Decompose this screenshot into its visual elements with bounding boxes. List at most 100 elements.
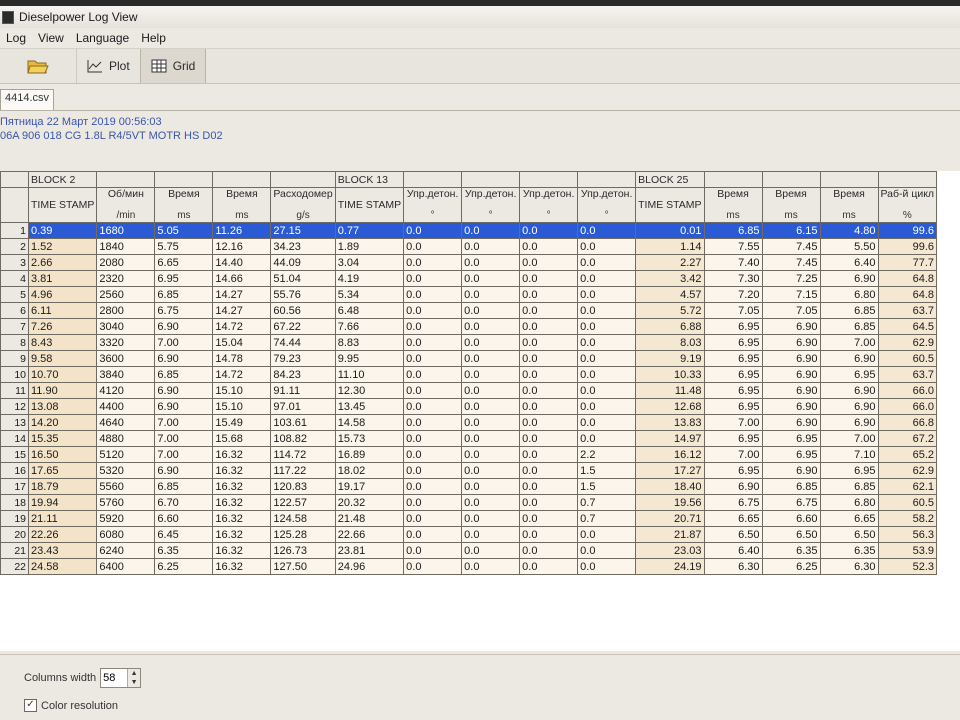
table-cell[interactable]: 6.95 (761, 430, 821, 447)
table-cell[interactable]: 0.0 (519, 414, 579, 431)
row-number[interactable]: 12 (0, 398, 29, 415)
table-cell[interactable]: 12.68 (635, 398, 705, 415)
table-cell[interactable]: 0.0 (461, 462, 521, 479)
table-cell[interactable]: 52.3 (877, 558, 938, 575)
table-cell[interactable]: 0.0 (461, 286, 521, 303)
table-cell[interactable]: 0.0 (403, 542, 463, 559)
table-cell[interactable]: 6.90 (761, 414, 821, 431)
row-number[interactable]: 3 (0, 254, 29, 271)
column-header[interactable]: Об/мин/min (96, 187, 156, 223)
table-cell[interactable]: 0.0 (519, 446, 579, 463)
table-cell[interactable]: 6.75 (703, 494, 763, 511)
table-row[interactable]: 13 14.20 4640 7.00 15.49 103.61 14.58 0.0 0.0 0.0… (0, 414, 938, 431)
table-cell[interactable]: 19.56 (635, 494, 705, 511)
table-cell[interactable]: 99.6 (877, 222, 938, 239)
table-cell[interactable]: 9.58 (27, 350, 98, 367)
table-row[interactable]: 18 19.94 5760 6.70 16.32 122.57 20.32 0.0 0.0 0.0… (0, 494, 938, 511)
table-cell[interactable]: 2080 (96, 254, 156, 271)
table-cell[interactable]: 0.0 (461, 558, 521, 575)
table-cell[interactable]: 6.65 (703, 510, 763, 527)
table-cell[interactable]: 0.0 (403, 494, 463, 511)
row-number[interactable]: 10 (0, 366, 29, 383)
menu-help[interactable]: Help (135, 31, 172, 45)
table-cell[interactable]: 0.0 (403, 286, 463, 303)
table-cell[interactable]: 7.45 (761, 254, 821, 271)
table-cell[interactable]: 3040 (96, 318, 156, 335)
menu-log[interactable]: Log (0, 31, 32, 45)
table-cell[interactable]: 12.30 (334, 382, 405, 399)
table-row[interactable]: 2 1.52 1840 5.75 12.16 34.23 1.89 0.0 0.0 0.0 0.0 1… (0, 238, 938, 255)
table-cell[interactable]: 6.48 (334, 302, 405, 319)
table-cell[interactable]: 6.90 (819, 414, 879, 431)
table-row[interactable]: 3 2.66 2080 6.65 14.40 44.09 3.04 0.0 0.0 0.0 0.0 2… (0, 254, 938, 271)
table-cell[interactable]: 125.28 (270, 526, 336, 543)
table-cell[interactable]: 6.90 (703, 478, 763, 495)
table-cell[interactable]: 97.01 (270, 398, 336, 415)
table-cell[interactable]: 6.95 (819, 366, 879, 383)
table-row[interactable]: 6 6.11 2800 6.75 14.27 60.56 6.48 0.0 0.0 0.0 0.0 5… (0, 302, 938, 319)
table-cell[interactable]: 0.7 (577, 494, 637, 511)
table-cell[interactable]: 14.66 (212, 270, 272, 287)
color-resolution-option[interactable]: ✓ Color resolution (24, 699, 118, 712)
table-cell[interactable]: 0.0 (577, 302, 637, 319)
column-header[interactable]: Время ms (154, 187, 214, 223)
table-cell[interactable]: 6.90 (761, 350, 821, 367)
row-number[interactable]: 11 (0, 382, 29, 399)
table-cell[interactable]: 9.95 (334, 350, 405, 367)
table-cell[interactable]: 127.50 (270, 558, 336, 575)
table-cell[interactable]: 8.43 (27, 334, 98, 351)
table-cell[interactable]: 5920 (96, 510, 156, 527)
table-cell[interactable]: 117.22 (270, 462, 336, 479)
table-cell[interactable]: 6.70 (154, 494, 214, 511)
table-row[interactable]: 9 9.58 3600 6.90 14.78 79.23 9.95 0.0 0.0 0.0 0.0 9… (0, 350, 938, 367)
table-cell[interactable]: 44.09 (270, 254, 336, 271)
table-cell[interactable]: 0.0 (577, 526, 637, 543)
table-cell[interactable]: 21.87 (635, 526, 705, 543)
table-cell[interactable]: 64.5 (877, 318, 938, 335)
table-cell[interactable]: 0.0 (403, 558, 463, 575)
table-cell[interactable]: 13.08 (27, 398, 98, 415)
table-cell[interactable]: 9.19 (635, 350, 705, 367)
table-cell[interactable]: 126.73 (270, 542, 336, 559)
table-cell[interactable]: 114.72 (270, 446, 336, 463)
table-cell[interactable]: 124.58 (270, 510, 336, 527)
column-header[interactable]: TIME STAMP (27, 187, 98, 223)
table-cell[interactable]: 7.00 (154, 430, 214, 447)
table-cell[interactable]: 19.94 (27, 494, 98, 511)
table-cell[interactable]: 0.77 (334, 222, 405, 239)
table-cell[interactable]: 15.10 (212, 398, 272, 415)
table-cell[interactable]: 6.85 (703, 222, 763, 239)
table-cell[interactable]: 6.95 (819, 462, 879, 479)
table-cell[interactable]: 1.5 (577, 462, 637, 479)
table-cell[interactable]: 67.22 (270, 318, 336, 335)
table-cell[interactable]: 16.32 (212, 542, 272, 559)
table-cell[interactable]: 19.17 (334, 478, 405, 495)
table-cell[interactable]: 6.30 (703, 558, 763, 575)
table-cell[interactable]: 0.0 (577, 222, 637, 239)
column-header[interactable]: Расходомер g/s (270, 187, 336, 223)
table-cell[interactable]: 0.0 (577, 558, 637, 575)
color-resolution-checkbox[interactable]: ✓ (24, 699, 37, 712)
table-cell[interactable]: 7.25 (761, 270, 821, 287)
table-row[interactable]: 7 7.26 3040 6.90 14.72 67.22 7.66 0.0 0.0 0.0 0.0 6… (0, 318, 938, 335)
table-cell[interactable]: 1.52 (27, 238, 98, 255)
table-cell[interactable]: 67.2 (877, 430, 938, 447)
table-cell[interactable]: 23.03 (635, 542, 705, 559)
table-cell[interactable]: 0.0 (461, 238, 521, 255)
table-cell[interactable]: 7.30 (703, 270, 763, 287)
table-cell[interactable]: 0.0 (519, 302, 579, 319)
column-header[interactable]: TIME STAMP (334, 187, 405, 223)
table-cell[interactable]: 0.0 (519, 350, 579, 367)
table-cell[interactable]: 20.71 (635, 510, 705, 527)
table-cell[interactable]: 0.0 (519, 254, 579, 271)
column-header[interactable]: Упр.детон. ° (577, 187, 637, 223)
table-cell[interactable]: 0.0 (403, 302, 463, 319)
table-cell[interactable]: 8.83 (334, 334, 405, 351)
table-cell[interactable]: 0.0 (519, 558, 579, 575)
columns-width-input[interactable] (101, 672, 128, 684)
column-header[interactable]: TIME STAMP (635, 187, 705, 223)
table-cell[interactable]: 0.0 (577, 318, 637, 335)
table-row[interactable]: 12 13.08 4400 6.90 15.10 97.01 13.45 0.0 0.0 0.0 0… (0, 398, 938, 415)
table-cell[interactable]: 0.39 (27, 222, 98, 239)
table-cell[interactable]: 14.72 (212, 366, 272, 383)
